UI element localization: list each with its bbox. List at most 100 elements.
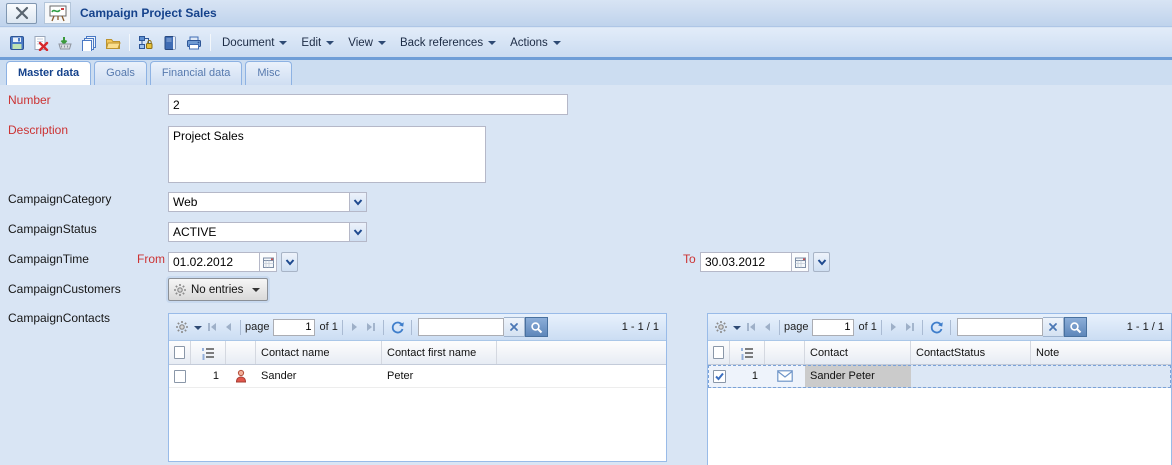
row-checkbox[interactable]	[174, 370, 186, 383]
right-grid-icon-header[interactable]	[765, 341, 805, 364]
left-grid-refresh-button[interactable]	[388, 317, 407, 337]
toolbar-separator	[129, 34, 130, 51]
left-grid-col-contact-name[interactable]: Contact name	[256, 341, 382, 364]
date-from-field[interactable]	[168, 252, 259, 272]
left-grid-next-page-button[interactable]	[347, 317, 363, 337]
basket-import-icon	[57, 35, 73, 51]
tab-misc[interactable]: Misc	[245, 61, 292, 85]
left-grid-icon-header[interactable]	[226, 341, 256, 364]
right-grid-rownum-header[interactable]	[730, 341, 765, 364]
campaign-status-field[interactable]	[168, 222, 349, 242]
left-grid-search-button[interactable]	[525, 317, 548, 337]
number-label: Number	[8, 93, 51, 107]
left-grid-settings-button[interactable]	[173, 317, 204, 337]
number-field[interactable]	[168, 94, 568, 115]
print-button[interactable]	[183, 32, 205, 54]
pager-separator	[922, 320, 923, 335]
gear-icon	[173, 283, 187, 297]
menu-actions[interactable]: Actions	[503, 32, 568, 54]
open-folder-icon	[105, 35, 121, 51]
menu-view[interactable]: View	[341, 32, 393, 54]
table-row[interactable]: 1 Sander Peter	[708, 365, 1171, 388]
select-all-checkbox[interactable]	[174, 346, 185, 359]
save-button[interactable]	[6, 32, 28, 54]
campaign-category-field[interactable]	[168, 192, 349, 212]
menu-view-label: View	[348, 37, 373, 49]
pager-separator	[779, 320, 780, 335]
campaign-time-to-label: To	[683, 252, 696, 266]
left-grid-col-contact-first-name[interactable]: Contact first name	[382, 341, 497, 364]
right-grid-last-page-button[interactable]	[902, 317, 918, 337]
table-row[interactable]: 1 Sander Peter	[169, 365, 666, 388]
first-page-icon	[206, 321, 218, 333]
chevron-down-icon	[252, 288, 260, 292]
date-from-calendar-button[interactable]	[259, 252, 277, 272]
menu-edit[interactable]: Edit	[294, 32, 341, 54]
select-all-checkbox[interactable]	[713, 346, 724, 359]
delete-button[interactable]	[30, 32, 52, 54]
row-checkbox[interactable]	[713, 370, 726, 383]
right-grid-range-label: 1 - 1 / 1	[1127, 321, 1167, 333]
right-grid-refresh-button[interactable]	[927, 317, 946, 337]
chevron-down-icon	[194, 326, 202, 330]
left-grid-select-all[interactable]	[169, 341, 191, 364]
hierarchy-button[interactable]	[135, 32, 157, 54]
campaign-category-trigger[interactable]	[349, 192, 367, 212]
right-grid-search-input[interactable]	[957, 318, 1043, 336]
right-grid-settings-button[interactable]	[712, 317, 743, 337]
next-page-icon	[888, 321, 900, 333]
refresh-icon	[390, 320, 405, 335]
pager-separator	[881, 320, 882, 335]
hierarchy-icon	[138, 35, 154, 51]
delete-icon	[33, 35, 49, 51]
menu-back-references[interactable]: Back references	[393, 32, 503, 54]
date-to-field[interactable]	[700, 252, 791, 272]
campaign-category-label: CampaignCategory	[8, 192, 111, 206]
right-grid-col-note[interactable]: Note	[1031, 341, 1171, 364]
clear-icon	[1048, 322, 1058, 332]
campaign-status-label: CampaignStatus	[8, 222, 97, 236]
date-to-dropdown-button[interactable]	[813, 252, 830, 272]
row-type-cell	[226, 365, 256, 387]
close-button[interactable]	[6, 3, 37, 24]
menu-document[interactable]: Document	[215, 32, 294, 54]
right-grid-page-input[interactable]	[812, 319, 854, 336]
right-grid-first-page-button[interactable]	[743, 317, 759, 337]
right-grid-clear-search-button[interactable]	[1043, 317, 1064, 337]
person-icon	[234, 369, 248, 383]
left-grid-page-input[interactable]	[273, 319, 315, 336]
tab-goals[interactable]: Goals	[94, 61, 147, 85]
right-grid-search-button[interactable]	[1064, 317, 1087, 337]
right-grid-col-contact[interactable]: Contact	[805, 341, 911, 364]
open-folder-button[interactable]	[102, 32, 124, 54]
right-grid-col-contact-status[interactable]: ContactStatus	[911, 341, 1031, 364]
left-grid-search-input[interactable]	[418, 318, 504, 336]
chevron-down-icon	[378, 41, 386, 45]
right-grid-select-all[interactable]	[708, 341, 730, 364]
tab-financial-data[interactable]: Financial data	[150, 61, 243, 85]
left-grid-clear-search-button[interactable]	[504, 317, 525, 337]
chevron-down-icon	[553, 41, 561, 45]
date-to-calendar-button[interactable]	[791, 252, 809, 272]
page-of-label: of 1	[858, 321, 876, 333]
date-from-dropdown-button[interactable]	[281, 252, 298, 272]
left-grid-last-page-button[interactable]	[363, 317, 379, 337]
chevron-down-icon	[326, 41, 334, 45]
right-grid-next-page-button[interactable]	[886, 317, 902, 337]
copy-button[interactable]	[78, 32, 100, 54]
campaign-customers-button[interactable]: No entries	[168, 278, 268, 301]
campaign-icon	[44, 2, 71, 24]
chevron-down-icon	[284, 257, 296, 267]
right-grid-header: Contact ContactStatus Note	[708, 341, 1171, 365]
notebook-button[interactable]	[159, 32, 181, 54]
description-field[interactable]: Project Sales	[168, 126, 486, 183]
empty-cell	[497, 365, 666, 387]
calendar-icon	[262, 256, 275, 269]
basket-import-button[interactable]	[54, 32, 76, 54]
right-grid-prev-page-button[interactable]	[759, 317, 775, 337]
tab-master-data[interactable]: Master data	[6, 61, 91, 85]
left-grid-first-page-button[interactable]	[204, 317, 220, 337]
campaign-status-trigger[interactable]	[349, 222, 367, 242]
left-grid-rownum-header[interactable]	[191, 341, 226, 364]
left-grid-prev-page-button[interactable]	[220, 317, 236, 337]
